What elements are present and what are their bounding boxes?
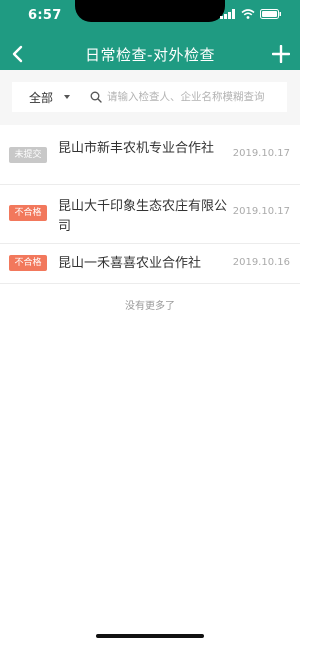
- status-badge: 不合格: [9, 205, 47, 221]
- page-title: 日常检查-对外检查: [85, 46, 215, 64]
- wifi-icon: [241, 9, 255, 19]
- inspection-date: 2019.10.16: [232, 257, 290, 268]
- company-name: 昆山一禾喜喜农业合作社: [58, 256, 202, 271]
- inspection-date: 2019.10.17: [232, 148, 290, 159]
- search-box: [84, 82, 287, 112]
- status-badge: 不合格: [9, 255, 47, 271]
- status-time: 6:57: [28, 8, 62, 23]
- caret-down-icon: [64, 95, 70, 99]
- inspection-list: 未提交 昆山市新丰农机专业合作社 2019.10.17 不合格 昆山大千印象生态…: [0, 127, 300, 284]
- app-header: 6:57 日常检查-对外检查: [0, 0, 300, 70]
- battery-icon: [260, 9, 281, 19]
- plus-icon: [272, 45, 290, 63]
- device-notch: [75, 0, 225, 22]
- search-icon: [90, 91, 102, 103]
- home-indicator: [96, 634, 204, 638]
- company-name: 昆山大千印象生态农庄有限公司: [58, 199, 228, 234]
- search-input[interactable]: [107, 91, 287, 103]
- status-filter-dropdown[interactable]: 全部: [12, 82, 84, 112]
- status-badge: 未提交: [9, 147, 47, 163]
- status-filter-label: 全部: [29, 90, 54, 105]
- no-more-text: 没有更多了: [125, 301, 175, 312]
- company-name: 昆山市新丰农机专业合作社: [58, 141, 215, 156]
- list-item[interactable]: 不合格 昆山大千印象生态农庄有限公司 2019.10.17: [0, 185, 300, 244]
- status-icons: [220, 9, 282, 19]
- list-item[interactable]: 未提交 昆山市新丰农机专业合作社 2019.10.17: [0, 127, 300, 185]
- signal-icon: [220, 9, 235, 19]
- list-item[interactable]: 不合格 昆山一禾喜喜农业合作社 2019.10.16: [0, 244, 300, 284]
- filter-bar: 全部: [0, 70, 300, 125]
- add-button[interactable]: [270, 43, 292, 65]
- inspection-date: 2019.10.17: [232, 206, 290, 217]
